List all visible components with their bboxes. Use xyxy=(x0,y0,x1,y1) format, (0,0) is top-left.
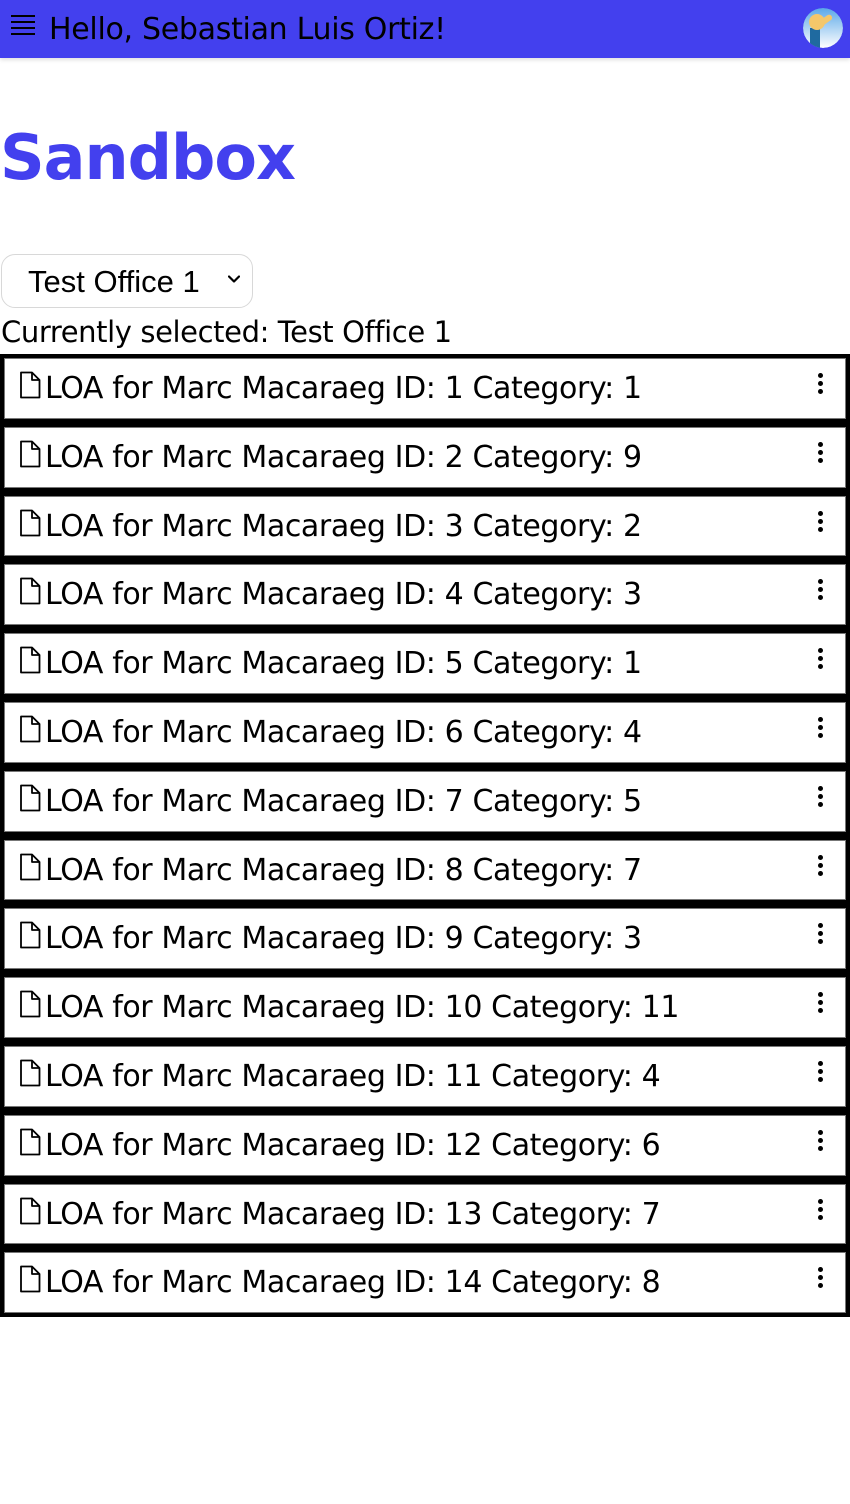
more-options-icon[interactable] xyxy=(812,785,828,812)
top-app-bar: Hello, Sebastian Luis Ortiz! xyxy=(0,0,850,58)
current-selection-label: Currently selected: Test Office 1 xyxy=(1,315,452,349)
document-list-item[interactable]: LOA for Marc Macaraeg ID: 5 Category: 1 xyxy=(0,629,850,698)
file-icon xyxy=(20,1265,41,1293)
office-select-value: Test Office 1 xyxy=(28,264,200,299)
document-list-item[interactable]: LOA for Marc Macaraeg ID: 12 Category: 6 xyxy=(0,1110,850,1180)
document-list-item[interactable]: LOA for Marc Macaraeg ID: 1 Category: 1 xyxy=(0,354,850,423)
more-options-icon[interactable] xyxy=(812,1129,828,1156)
file-icon xyxy=(20,440,41,468)
file-icon xyxy=(20,509,41,536)
document-title: LOA for Marc Macaraeg ID: 14 Category: 8 xyxy=(45,1265,661,1301)
more-options-icon[interactable] xyxy=(812,854,828,881)
file-icon xyxy=(20,1197,41,1224)
file-icon xyxy=(20,1128,41,1156)
document-title: LOA for Marc Macaraeg ID: 5 Category: 1 xyxy=(45,646,642,682)
file-icon xyxy=(20,577,41,605)
page-title: Sandbox xyxy=(0,121,296,194)
document-list-item[interactable]: LOA for Marc Macaraeg ID: 4 Category: 3 xyxy=(0,560,850,630)
more-options-icon[interactable] xyxy=(812,648,828,674)
document-title: LOA for Marc Macaraeg ID: 10 Category: 1… xyxy=(45,990,680,1026)
file-icon xyxy=(20,646,41,674)
document-title: LOA for Marc Macaraeg ID: 12 Category: 6 xyxy=(45,1127,661,1163)
document-title: LOA for Marc Macaraeg ID: 8 Category: 7 xyxy=(45,852,642,888)
document-list-item[interactable]: LOA for Marc Macaraeg ID: 13 Category: 7 xyxy=(0,1179,850,1249)
user-avatar[interactable] xyxy=(803,8,843,48)
document-list-item[interactable]: LOA for Marc Macaraeg ID: 14 Category: 8 xyxy=(0,1248,850,1318)
document-title: LOA for Marc Macaraeg ID: 9 Category: 3 xyxy=(45,921,642,957)
document-list-item[interactable]: LOA for Marc Macaraeg ID: 3 Category: 2 xyxy=(0,491,850,561)
file-icon xyxy=(20,371,41,399)
file-icon xyxy=(20,715,41,743)
file-icon xyxy=(20,784,41,812)
document-list-item[interactable]: LOA for Marc Macaraeg ID: 6 Category: 4 xyxy=(0,697,850,767)
document-list-item[interactable]: LOA for Marc Macaraeg ID: 10 Category: 1… xyxy=(0,973,850,1042)
document-list-item[interactable]: LOA for Marc Macaraeg ID: 7 Category: 5 xyxy=(0,766,850,836)
file-icon xyxy=(20,1059,41,1087)
document-list-item[interactable]: LOA for Marc Macaraeg ID: 8 Category: 7 xyxy=(0,835,850,905)
more-options-icon[interactable] xyxy=(812,992,828,1018)
more-options-icon[interactable] xyxy=(812,441,828,468)
document-list-item[interactable]: LOA for Marc Macaraeg ID: 9 Category: 3 xyxy=(0,904,850,974)
more-options-icon[interactable] xyxy=(812,579,828,605)
document-list: LOA for Marc Macaraeg ID: 1 Category: 1 … xyxy=(0,354,850,1318)
document-list-item[interactable]: LOA for Marc Macaraeg ID: 11 Category: 4 xyxy=(0,1041,850,1111)
more-options-icon[interactable] xyxy=(812,373,828,399)
document-title: LOA for Marc Macaraeg ID: 4 Category: 3 xyxy=(45,577,642,613)
more-options-icon[interactable] xyxy=(812,923,828,949)
more-options-icon[interactable] xyxy=(812,510,828,537)
more-options-icon[interactable] xyxy=(812,716,828,743)
more-options-icon[interactable] xyxy=(812,1267,828,1293)
file-icon xyxy=(20,921,41,949)
avatar-icon xyxy=(803,8,843,48)
file-icon xyxy=(20,990,41,1018)
document-title: LOA for Marc Macaraeg ID: 7 Category: 5 xyxy=(45,783,642,819)
greeting-text: Hello, Sebastian Luis Ortiz! xyxy=(49,12,446,47)
office-select[interactable]: Test Office 1 xyxy=(1,254,253,308)
document-title: LOA for Marc Macaraeg ID: 6 Category: 4 xyxy=(45,714,642,750)
chevron-down-icon xyxy=(228,275,240,283)
file-icon xyxy=(20,853,41,880)
document-title: LOA for Marc Macaraeg ID: 1 Category: 1 xyxy=(45,371,642,406)
more-options-icon[interactable] xyxy=(812,1198,828,1225)
document-title: LOA for Marc Macaraeg ID: 3 Category: 2 xyxy=(45,508,642,544)
more-options-icon[interactable] xyxy=(812,1060,828,1087)
document-title: LOA for Marc Macaraeg ID: 11 Category: 4 xyxy=(45,1058,661,1094)
hamburger-menu-icon[interactable] xyxy=(11,15,37,35)
document-title: LOA for Marc Macaraeg ID: 13 Category: 7 xyxy=(45,1196,661,1232)
document-title: LOA for Marc Macaraeg ID: 2 Category: 9 xyxy=(45,439,642,475)
document-list-item[interactable]: LOA for Marc Macaraeg ID: 2 Category: 9 xyxy=(0,422,850,492)
